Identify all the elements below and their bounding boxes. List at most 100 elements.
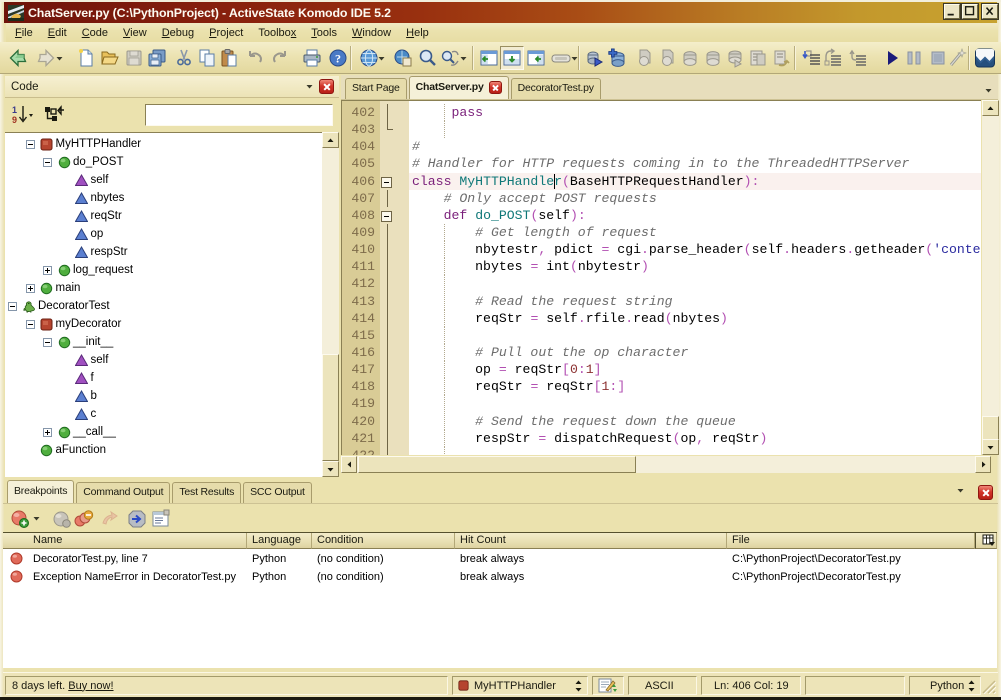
col-language[interactable]: Language <box>247 533 312 549</box>
menu-view[interactable]: View <box>118 25 152 41</box>
debug-new-session-button[interactable] <box>605 46 629 70</box>
filter-scope-button[interactable] <box>43 104 67 126</box>
scroll-down-icon[interactable] <box>982 439 999 455</box>
debug-break-button[interactable] <box>678 46 702 70</box>
bottom-tab-test-results[interactable]: Test Results <box>172 482 241 503</box>
komodo-logo-button[interactable] <box>973 46 997 70</box>
help-button[interactable]: ? <box>326 46 350 70</box>
editor-tab-chatserver-py[interactable]: ChatServer.py <box>409 76 509 99</box>
fold-minus-icon[interactable] <box>381 177 392 188</box>
tree-item-init[interactable]: __init__ <box>5 334 323 352</box>
expander-plus-icon[interactable] <box>26 284 35 293</box>
print-button[interactable] <box>300 46 324 70</box>
debug-detach-button[interactable] <box>655 46 679 70</box>
tab-close-icon[interactable] <box>489 81 502 94</box>
tree-item-DecoratorTest[interactable]: DecoratorTest <box>5 298 323 316</box>
tree-item-aFunction[interactable]: aFunction <box>5 442 323 460</box>
menu-toolbox[interactable]: Toolbox <box>253 25 301 41</box>
expander-minus-icon[interactable] <box>8 302 17 311</box>
paste-button[interactable] <box>217 46 241 70</box>
copy-button[interactable] <box>195 46 219 70</box>
buy-now-link[interactable]: Buy now! <box>68 680 113 692</box>
scrollbar-thumb[interactable] <box>982 416 999 441</box>
expander-plus-icon[interactable] <box>43 428 52 437</box>
undo-button[interactable] <box>243 46 267 70</box>
step-out-button[interactable] <box>846 46 870 70</box>
step-over-button[interactable] <box>821 46 845 70</box>
find-dropdown-icon[interactable] <box>459 46 468 70</box>
col-file[interactable]: File <box>727 533 975 549</box>
tree-item-doPOST[interactable]: do_POST <box>5 154 323 172</box>
menu-code[interactable]: Code <box>77 25 113 41</box>
menu-tools[interactable]: Tools <box>306 25 342 41</box>
delete-breakpoint-button[interactable] <box>52 508 74 530</box>
redo-button[interactable] <box>268 46 292 70</box>
panel-menu-dropdown-icon[interactable] <box>306 84 313 89</box>
editor-tab-start-page[interactable]: Start Page <box>345 78 407 99</box>
col-name[interactable]: Name <box>28 533 247 549</box>
tree-item-f[interactable]: f <box>5 370 323 388</box>
col-hit-count[interactable]: Hit Count <box>455 533 727 549</box>
expander-minus-icon[interactable] <box>43 158 52 167</box>
delete-all-breakpoints-button[interactable] <box>74 508 96 530</box>
sort-order-button[interactable]: 1 9 <box>11 104 35 126</box>
maximize-button[interactable] <box>962 4 978 19</box>
toggle-right-pane-button[interactable] <box>524 46 548 70</box>
forward-dropdown-icon[interactable] <box>55 46 64 70</box>
tree-item-myDecorator[interactable]: myDecorator <box>5 316 323 334</box>
bottom-tab-scc-output[interactable]: SCC Output <box>243 482 312 503</box>
menu-file[interactable]: File <box>10 25 38 41</box>
tree-item-main[interactable]: main <box>5 280 323 298</box>
tree-item-op[interactable]: op <box>5 226 323 244</box>
debug-run-to-cursor-button[interactable] <box>769 46 793 70</box>
status-syntax-check[interactable] <box>592 676 624 695</box>
menu-project[interactable]: Project <box>204 25 248 41</box>
status-encoding[interactable]: ASCII <box>628 676 697 695</box>
save-all-button[interactable] <box>145 46 169 70</box>
tab-list-dropdown-icon[interactable] <box>981 83 995 97</box>
browser-dropdown-icon[interactable] <box>377 46 386 70</box>
tree-item-MyHTTPHandler[interactable]: MyHTTPHandler <box>5 136 323 154</box>
fold-minus-icon[interactable] <box>381 211 392 222</box>
editor-vscrollbar[interactable] <box>982 100 999 455</box>
bottom-tab-command-output[interactable]: Command Output <box>76 482 170 503</box>
open-file-button[interactable] <box>98 46 122 70</box>
cut-button[interactable] <box>172 46 196 70</box>
expander-minus-icon[interactable] <box>26 140 35 149</box>
breakpoint-row[interactable]: DecoratorTest.py, line 7 Python (no cond… <box>3 550 997 568</box>
run-button[interactable] <box>880 46 904 70</box>
save-button[interactable] <box>122 46 146 70</box>
tree-item-c[interactable]: c <box>5 406 323 424</box>
bottom-tab-breakpoints[interactable]: Breakpoints <box>7 480 74 503</box>
preview-button[interactable] <box>391 46 415 70</box>
col-condition[interactable]: Condition <box>312 533 455 549</box>
scrollbar-thumb[interactable] <box>322 354 339 461</box>
tree-item-b[interactable]: b <box>5 388 323 406</box>
panel-close-button[interactable] <box>319 79 334 94</box>
minimize-button[interactable] <box>944 4 960 19</box>
title-bar[interactable]: ChatServer.py (C:\PythonProject) - Activ… <box>4 2 997 23</box>
scroll-left-icon[interactable] <box>341 456 357 473</box>
toggle-bottom-pane-button[interactable] <box>500 46 524 70</box>
new-file-button[interactable] <box>74 46 98 70</box>
bottom-panel-dropdown-icon[interactable] <box>957 488 964 493</box>
expander-minus-icon[interactable] <box>43 338 52 347</box>
editor-tab-decoratortest-py[interactable]: DecoratorTest.py <box>511 78 601 99</box>
scroll-up-icon[interactable] <box>322 132 339 148</box>
scroll-up-icon[interactable] <box>982 100 999 116</box>
pause-button[interactable] <box>902 46 926 70</box>
menu-help[interactable]: Help <box>401 25 434 41</box>
add-breakpoint-dropdown-icon[interactable] <box>33 516 40 521</box>
close-button[interactable] <box>982 4 998 19</box>
debug-interactive-button[interactable] <box>746 46 770 70</box>
column-picker-button[interactable] <box>975 533 997 549</box>
breakpoint-row[interactable]: Exception NameError in DecoratorTest.py … <box>3 568 997 586</box>
debug-break-all-button[interactable] <box>701 46 725 70</box>
tree-item-reqStr[interactable]: reqStr <box>5 208 323 226</box>
menu-window[interactable]: Window <box>347 25 396 41</box>
tree-item-nbytes[interactable]: nbytes <box>5 190 323 208</box>
scroll-right-icon[interactable] <box>975 456 991 473</box>
status-scope[interactable]: MyHTTPHandler <box>452 676 588 695</box>
macro-record-button[interactable] <box>946 46 970 70</box>
tree-item-logrequest[interactable]: log_request <box>5 262 323 280</box>
